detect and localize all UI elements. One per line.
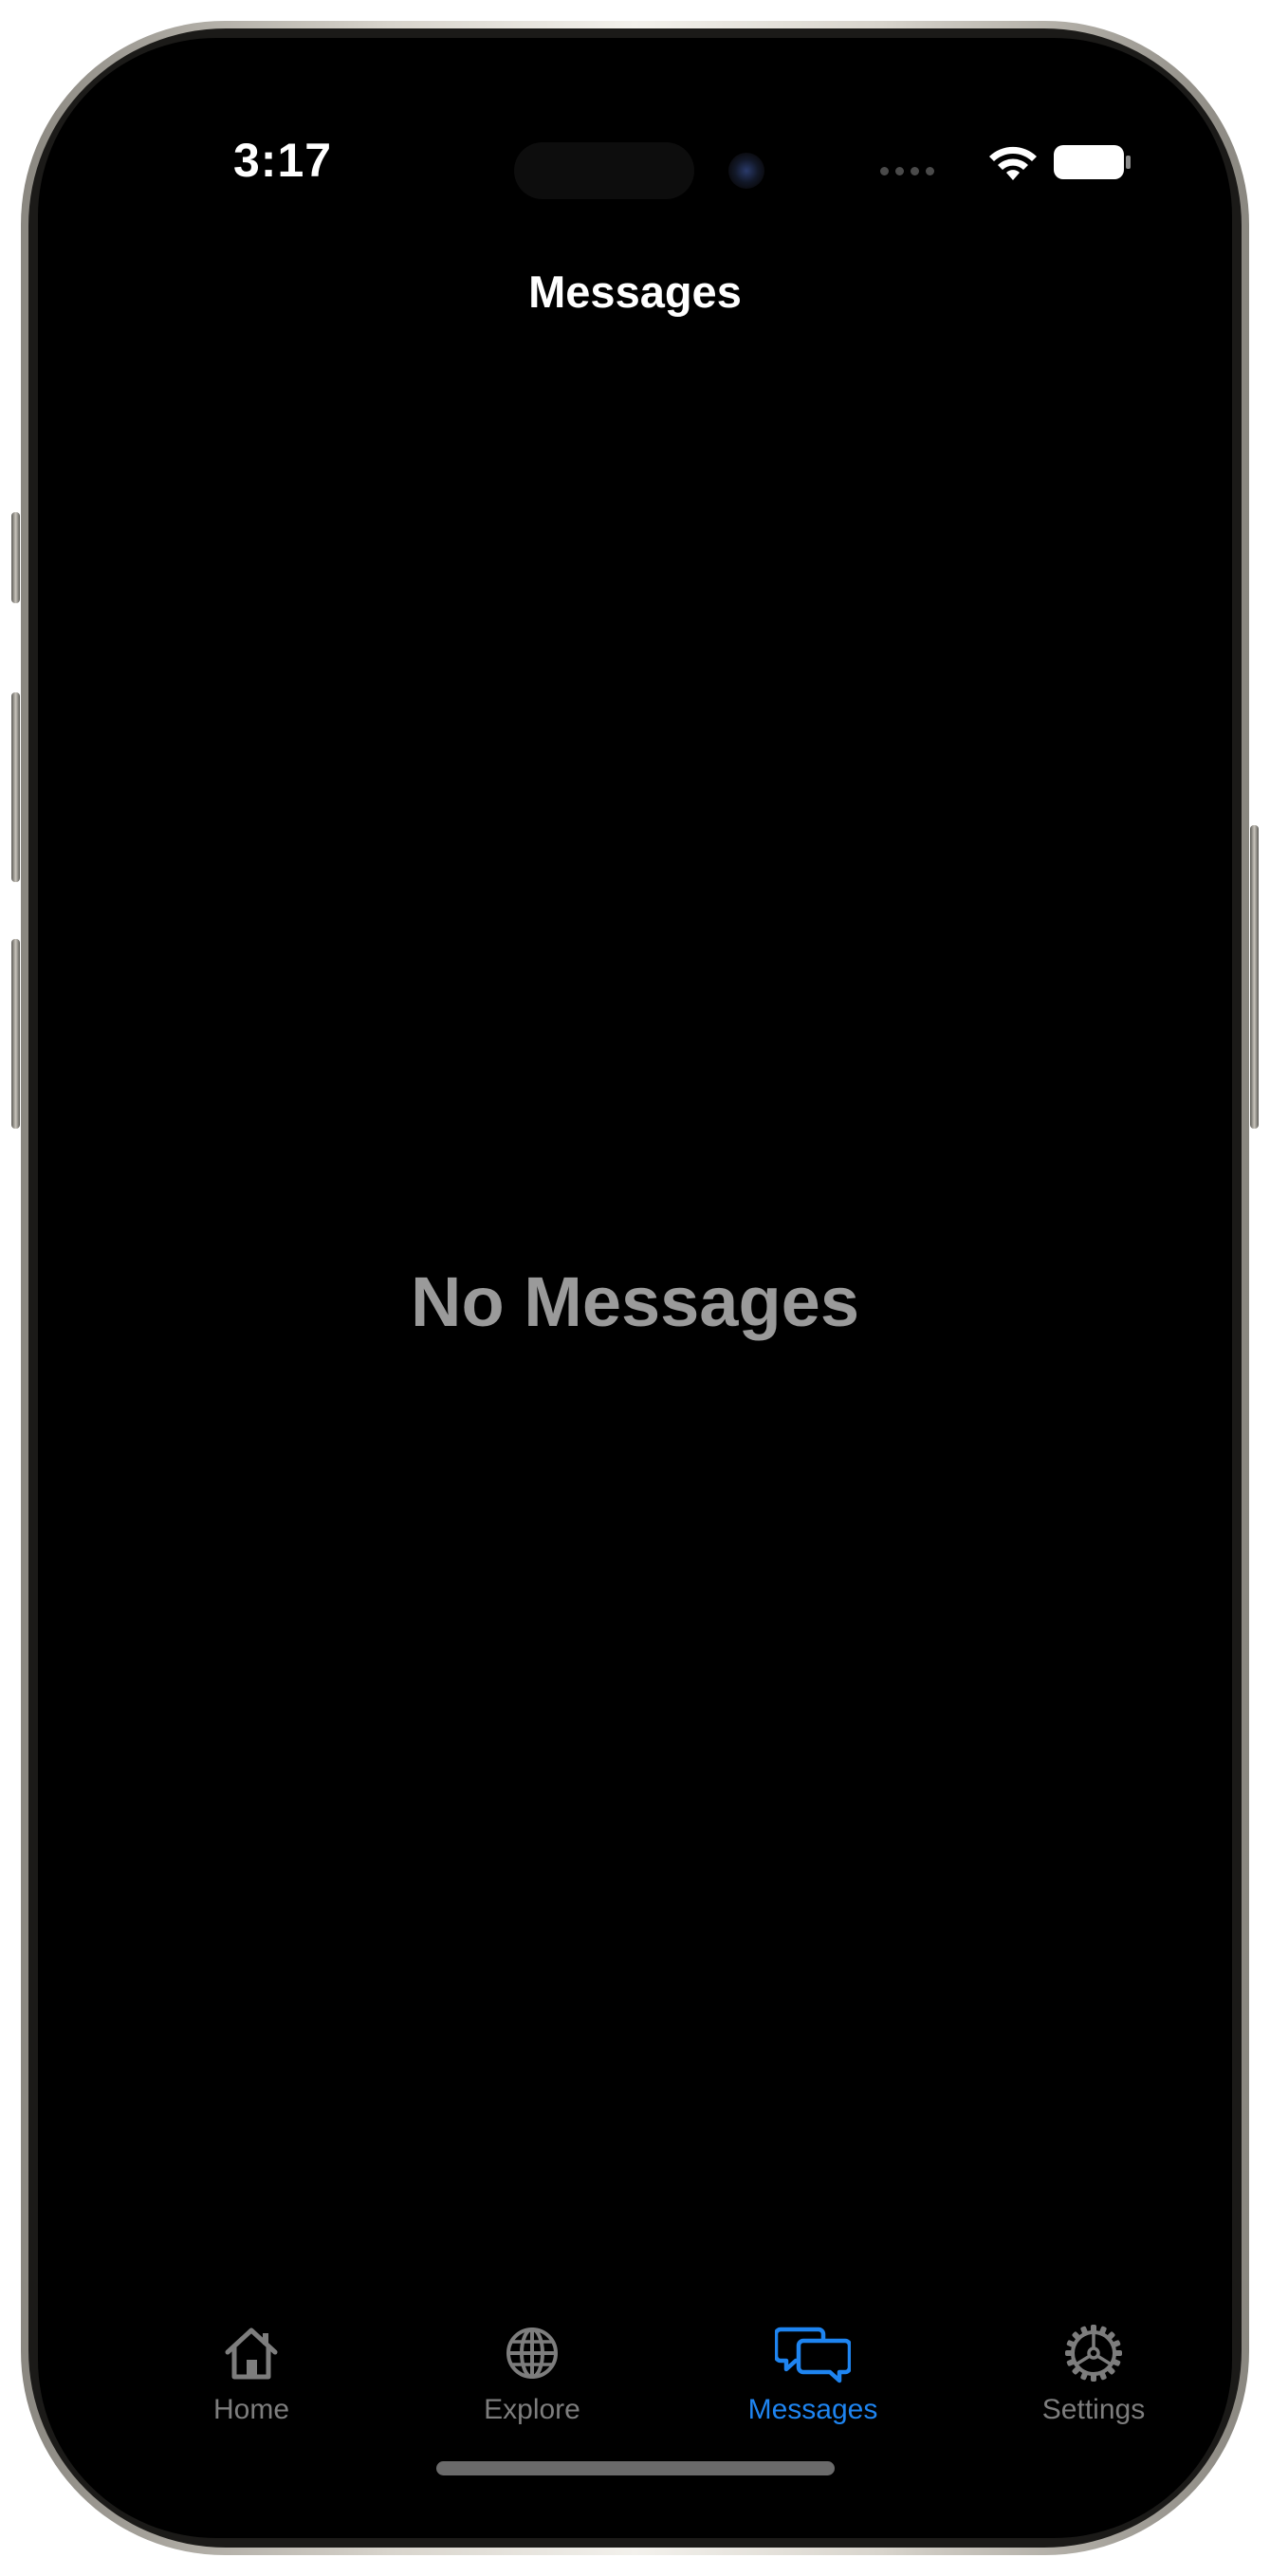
- tab-settings[interactable]: Settings: [970, 2267, 1217, 2425]
- tab-bar: Home Explore Messages Settings: [38, 2267, 1232, 2456]
- wifi-icon: [989, 146, 1037, 180]
- gear-icon: [1065, 2325, 1122, 2382]
- volume-down-button: [11, 939, 20, 1129]
- tab-home-label: Home: [212, 2394, 290, 2425]
- volume-up-button: [11, 692, 20, 882]
- battery-icon: [1054, 145, 1131, 179]
- globe-icon: [506, 2328, 558, 2379]
- home-indicator[interactable]: [436, 2461, 835, 2475]
- cellular-signal-icon: [880, 167, 934, 175]
- empty-state-message: No Messages: [411, 1262, 859, 1341]
- tab-settings-label: Settings: [1041, 2394, 1146, 2425]
- front-camera: [728, 153, 764, 189]
- tab-explore-label: Explore: [484, 2394, 580, 2425]
- power-button: [1250, 825, 1259, 1129]
- status-bar: 3:17: [38, 38, 1232, 216]
- screen: 3:17 Messages No Messages Home Explore M…: [38, 38, 1232, 2538]
- island-sensor: [514, 142, 694, 199]
- page-title: Messages: [528, 267, 742, 317]
- tab-messages-label: Messages: [747, 2394, 878, 2425]
- tab-messages[interactable]: Messages: [690, 2267, 936, 2425]
- dynamic-island: [476, 125, 799, 216]
- chat-bubbles-icon: [775, 2327, 851, 2383]
- house-icon: [225, 2328, 278, 2380]
- tab-explore[interactable]: Explore: [409, 2267, 655, 2425]
- tab-home[interactable]: Home: [128, 2267, 375, 2425]
- action-button: [11, 512, 20, 603]
- status-time: 3:17: [233, 134, 333, 187]
